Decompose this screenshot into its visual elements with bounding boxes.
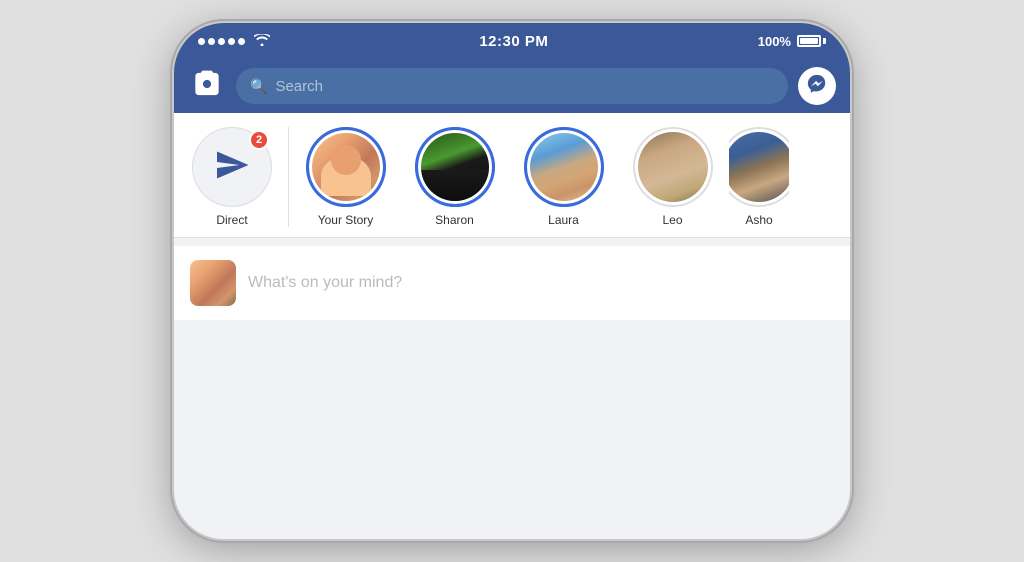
signal-dot-5 <box>238 38 245 45</box>
direct-plane-icon <box>214 147 250 188</box>
battery-icon <box>797 35 826 47</box>
story-item-ash[interactable]: Asho <box>729 127 789 227</box>
direct-badge: 2 <box>249 130 269 150</box>
direct-label: Direct <box>216 213 247 227</box>
battery-tip <box>823 38 826 44</box>
leo-avatar <box>638 132 708 202</box>
signal-dot-4 <box>228 38 235 45</box>
ash-avatar <box>729 132 789 202</box>
sharon-avatar-wrapper <box>415 127 495 207</box>
camera-button[interactable] <box>188 67 226 105</box>
signal-dot-3 <box>218 38 225 45</box>
nav-bar: 🔍 Search <box>174 59 850 113</box>
wifi-icon <box>254 33 270 49</box>
messenger-icon <box>806 73 828 100</box>
status-left <box>198 33 270 49</box>
composer-avatar <box>190 260 236 306</box>
signal-dot-2 <box>208 38 215 45</box>
story-item-leo[interactable]: Leo <box>620 127 725 227</box>
messenger-button[interactable] <box>798 67 836 105</box>
your-story-avatar <box>312 133 380 201</box>
search-icon: 🔍 <box>250 78 267 95</box>
content-area: 2 Direct Your Story Sharon <box>174 113 850 539</box>
leo-avatar-wrapper <box>633 127 713 207</box>
laura-avatar-wrapper <box>524 127 604 207</box>
battery-fill <box>800 38 818 44</box>
sharon-label: Sharon <box>435 213 474 227</box>
status-right: 100% <box>758 34 826 49</box>
story-item-laura[interactable]: Laura <box>511 127 616 227</box>
battery-body <box>797 35 821 47</box>
stories-row: 2 Direct Your Story Sharon <box>174 113 850 238</box>
leo-label: Leo <box>662 213 682 227</box>
status-time: 12:30 PM <box>479 33 548 50</box>
your-story-avatar-wrapper <box>306 127 386 207</box>
battery-percentage: 100% <box>758 34 791 49</box>
direct-circle: 2 <box>192 127 272 207</box>
story-item-your-story[interactable]: Your Story <box>293 127 398 227</box>
search-bar[interactable]: 🔍 Search <box>236 68 788 104</box>
ash-label: Asho <box>745 213 772 227</box>
sharon-avatar <box>421 133 489 201</box>
phone-frame: 12:30 PM 100% 🔍 Search <box>172 21 852 541</box>
laura-label: Laura <box>548 213 579 227</box>
composer-placeholder[interactable]: What's on your mind? <box>248 274 834 292</box>
signal-dot-1 <box>198 38 205 45</box>
story-item-sharon[interactable]: Sharon <box>402 127 507 227</box>
composer-avatar-image <box>190 260 236 306</box>
status-bar: 12:30 PM 100% <box>174 23 850 59</box>
camera-icon <box>193 70 221 103</box>
your-story-label: Your Story <box>318 213 374 227</box>
post-composer[interactable]: What's on your mind? <box>174 246 850 320</box>
story-item-direct[interactable]: 2 Direct <box>184 127 289 227</box>
ash-avatar-wrapper <box>729 127 789 207</box>
laura-avatar <box>530 133 598 201</box>
search-placeholder: Search <box>275 78 323 95</box>
signal-dots <box>198 38 245 45</box>
